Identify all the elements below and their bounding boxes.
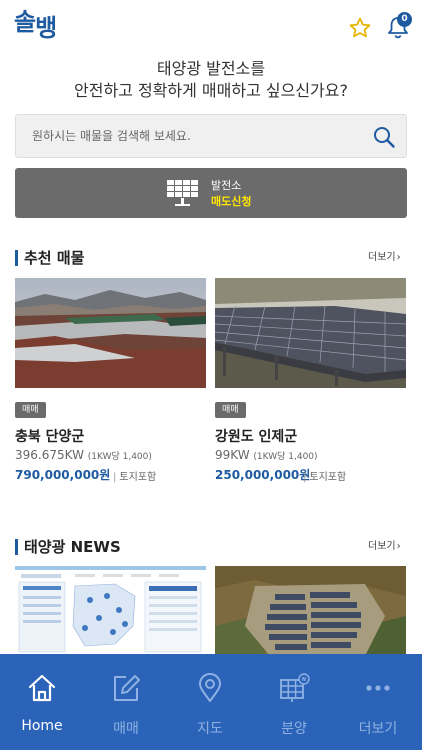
news-thumbnail[interactable] (215, 566, 406, 666)
more-label: 더보기 (368, 252, 396, 263)
news-section-title: 태양광 NEWS (15, 538, 121, 556)
news-more-link[interactable]: 더보기› (368, 538, 401, 556)
nav-item-trade[interactable]: 매매 (84, 654, 168, 750)
land-text: 토지포함 (119, 472, 157, 483)
news-thumbnail[interactable] (15, 566, 206, 666)
hero-line2: 안전하고 정확하게 매매하고 싶으신가요? (74, 81, 348, 100)
more-dots-icon (366, 685, 390, 691)
unit-price: (1KW당 1,400) (87, 452, 152, 462)
search-icon[interactable] (372, 125, 396, 149)
capacity-value: 396.675KW (15, 448, 84, 462)
listing-capacity: 99KW (1KW당 1,400) (215, 448, 318, 462)
listing-location: 강원도 인제군 (215, 429, 298, 445)
logo-line2: 뱅 (35, 14, 57, 42)
chevron-right-icon: › (396, 252, 401, 263)
listing-capacity: 396.675KW (1KW당 1,400) (15, 448, 152, 462)
capacity-value: 99KW (215, 448, 250, 462)
hero-line1: 태양광 발전소를 (156, 59, 266, 78)
sell-request-button[interactable]: 발전소 매도신청 (15, 168, 407, 218)
notification-count-badge: 0 (397, 12, 412, 27)
nav-item-more[interactable]: 더보기 (336, 654, 420, 750)
logo-line1: 솔 (14, 8, 36, 36)
more-label: 더보기 (368, 541, 396, 552)
bottom-navigation: Home 매매 지도 N 분양 더보기 (0, 654, 422, 750)
svg-text:N: N (302, 677, 306, 683)
nav-item-map[interactable]: 지도 (168, 654, 252, 750)
chevron-right-icon: › (396, 541, 401, 552)
recommended-more-link[interactable]: 더보기› (368, 249, 401, 267)
nav-label: Home (21, 718, 63, 734)
listing-location: 충북 단양군 (15, 429, 85, 445)
listing-price: 250,000,000원 (215, 468, 311, 482)
recommended-section-title: 추천 매물 (15, 249, 84, 267)
trade-type-badge: 매매 (215, 402, 246, 418)
solar-panel-new-icon: N (280, 673, 310, 702)
nav-label: 분양 (281, 721, 307, 737)
home-icon (28, 674, 56, 702)
nav-label: 지도 (197, 721, 223, 737)
map-pin-icon (199, 673, 221, 702)
unit-price: (1KW당 1,400) (253, 452, 318, 462)
listing-photo (15, 278, 206, 388)
solar-panel-icon (167, 180, 198, 206)
nav-item-home[interactable]: Home (0, 654, 84, 750)
hero-text: 태양광 발전소를 안전하고 정확하게 매매하고 싶으신가요? (0, 58, 422, 102)
listing-photo (215, 278, 406, 388)
land-included-label: | 토지포함 (113, 468, 156, 483)
sell-button-label: 발전소 (211, 179, 242, 192)
separator: | (113, 472, 117, 483)
sell-button-action: 매도신청 (211, 195, 252, 208)
nav-label: 더보기 (358, 721, 398, 737)
listing-price: 790,000,000원 (15, 468, 111, 482)
search-bar (15, 114, 407, 158)
app-logo[interactable]: 솔뱅 (14, 8, 57, 40)
land-included-label: | 토지포함 (303, 468, 346, 483)
favorite-star-icon[interactable] (348, 16, 372, 40)
edit-icon (114, 675, 140, 701)
nav-label: 매매 (113, 721, 139, 737)
app-header: 솔뱅 0 (0, 0, 422, 56)
land-text: 토지포함 (309, 472, 347, 483)
nav-item-presale[interactable]: N 분양 (252, 654, 336, 750)
separator: | (303, 472, 307, 483)
trade-type-badge: 매매 (15, 402, 46, 418)
search-input[interactable] (32, 115, 362, 157)
